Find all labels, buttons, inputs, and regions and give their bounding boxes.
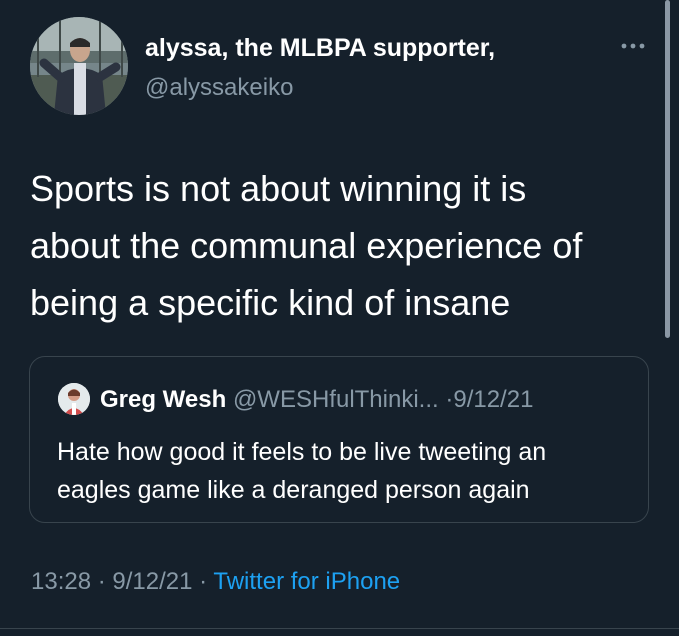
meta-separator: · (199, 568, 208, 595)
scrollbar-thumb[interactable] (665, 0, 670, 338)
quoted-author-avatar (58, 383, 90, 415)
quoted-text-line: Hate how good it feels to be live tweeti… (57, 438, 547, 466)
tweet-text-line: Sports is not about winning it is (30, 168, 527, 209)
author-avatar[interactable] (30, 17, 128, 115)
author-handle[interactable]: @alyssakeiko (145, 74, 293, 102)
tweet-text-line: about the communal experience of (30, 225, 583, 266)
tweet-date[interactable]: 9/12/21 (112, 568, 192, 595)
meta-separator: · (97, 568, 106, 595)
quoted-author-name: Greg Wesh (100, 386, 227, 413)
tweet-text: Sports is not about winning it is about … (30, 160, 660, 331)
bottom-divider (0, 628, 679, 629)
tweet-metadata: 13:28 · 9/12/21 · Twitter for iPhone (31, 568, 400, 596)
quoted-tweet-date: 9/12/21 (453, 386, 534, 413)
tweet-text-line: being a specific kind of insane (30, 282, 511, 323)
vertical-scrollbar[interactable] (664, 0, 672, 345)
more-horizontal-icon (621, 43, 645, 49)
quoted-tweet-header: Greg Wesh @WESHfulThinki... ·9/12/21 (100, 386, 533, 414)
quoted-author-handle: @WESHfulThinki... (232, 386, 439, 413)
author-name[interactable]: alyssa, the MLBPA supporter, (145, 34, 495, 63)
quoted-text-line: eagles game like a deranged person again (57, 476, 530, 504)
quoted-tweet-text: Hate how good it feels to be live tweeti… (57, 433, 642, 509)
tweet-detail: alyssa, the MLBPA supporter, @alyssakeik… (0, 0, 679, 636)
tweet-source-link[interactable]: Twitter for iPhone (213, 568, 400, 595)
quoted-author-avatar-image (58, 383, 90, 415)
author-avatar-image (30, 17, 128, 115)
more-options-button[interactable] (618, 34, 648, 58)
tweet-time[interactable]: 13:28 (31, 568, 91, 595)
quoted-tweet-card[interactable]: Greg Wesh @WESHfulThinki... ·9/12/21 Hat… (29, 356, 649, 523)
